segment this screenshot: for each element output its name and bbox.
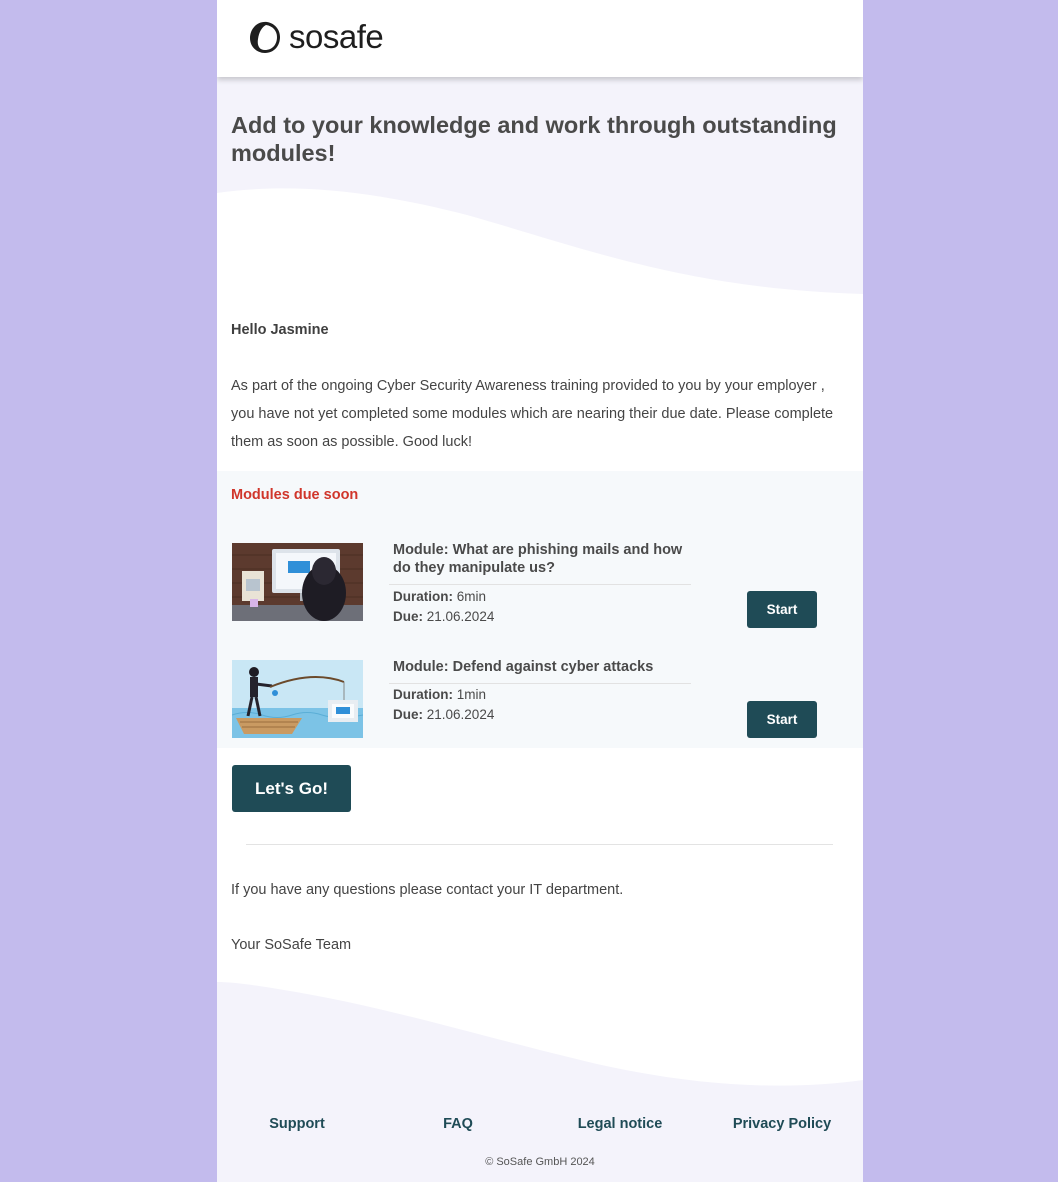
hero-wave-decoration xyxy=(217,188,863,299)
footer-link-legal-notice[interactable]: Legal notice xyxy=(578,1116,663,1132)
email-body: sosafe Add to your knowledge and work th… xyxy=(217,0,863,1182)
footer-link-support[interactable]: Support xyxy=(269,1116,325,1132)
hero-banner: Add to your knowledge and work through o… xyxy=(217,77,863,299)
footer-wave-decoration xyxy=(217,980,863,1086)
contact-note: If you have any questions please contact… xyxy=(231,882,624,898)
sosafe-ring-icon xyxy=(250,21,280,53)
due-value: 21.06.2024 xyxy=(426,707,495,722)
module-due-date: Due: 21.06.2024 xyxy=(393,607,494,627)
email-footer: Support FAQ Legal notice Privacy Policy … xyxy=(217,980,863,1182)
content-divider xyxy=(246,844,833,845)
duration-value: 1min xyxy=(456,687,487,702)
sosafe-logo: sosafe xyxy=(247,16,384,58)
duration-label: Duration: xyxy=(393,687,453,702)
due-label: Due: xyxy=(393,609,423,624)
due-label: Due: xyxy=(393,707,423,722)
copyright: © SoSafe GmbH 2024 xyxy=(485,1156,595,1168)
module-thumbnail xyxy=(232,660,363,738)
module-duration: Duration: 1min xyxy=(393,685,486,705)
modules-heading: Modules due soon xyxy=(231,487,359,503)
modules-section: Modules due soon Module: What are phishi… xyxy=(217,471,863,748)
intro-paragraph: As part of the ongoing Cyber Security Aw… xyxy=(231,378,834,450)
duration-label: Duration: xyxy=(393,589,453,604)
phishing-fisherman-illustration xyxy=(232,660,363,738)
module-thumbnail xyxy=(232,543,363,621)
start-module-button[interactable]: Start xyxy=(747,701,817,738)
module-title: Module: What are phishing mails and how … xyxy=(393,542,683,576)
greeting: Hello Jasmine xyxy=(231,322,329,338)
footer-link-faq[interactable]: FAQ xyxy=(443,1116,473,1132)
footer-link-privacy-policy[interactable]: Privacy Policy xyxy=(733,1116,831,1132)
logo-wordmark: sosafe xyxy=(289,18,384,55)
hero-title: Add to your knowledge and work through o… xyxy=(231,112,837,166)
module-separator xyxy=(389,683,691,684)
duration-value: 6min xyxy=(456,589,487,604)
start-module-button[interactable]: Start xyxy=(747,591,817,628)
email-header: sosafe xyxy=(217,0,863,77)
due-value: 21.06.2024 xyxy=(426,609,495,624)
hacker-at-computer-illustration xyxy=(232,543,363,621)
module-title: Module: Defend against cyber attacks xyxy=(393,659,654,675)
module-duration: Duration: 6min xyxy=(393,587,486,607)
signoff: Your SoSafe Team xyxy=(231,937,352,953)
module-due-date: Due: 21.06.2024 xyxy=(393,705,494,725)
footer-links: Support FAQ Legal notice Privacy Policy xyxy=(217,1116,863,1136)
lets-go-button[interactable]: Let's Go! xyxy=(232,765,351,812)
module-separator xyxy=(389,584,691,585)
